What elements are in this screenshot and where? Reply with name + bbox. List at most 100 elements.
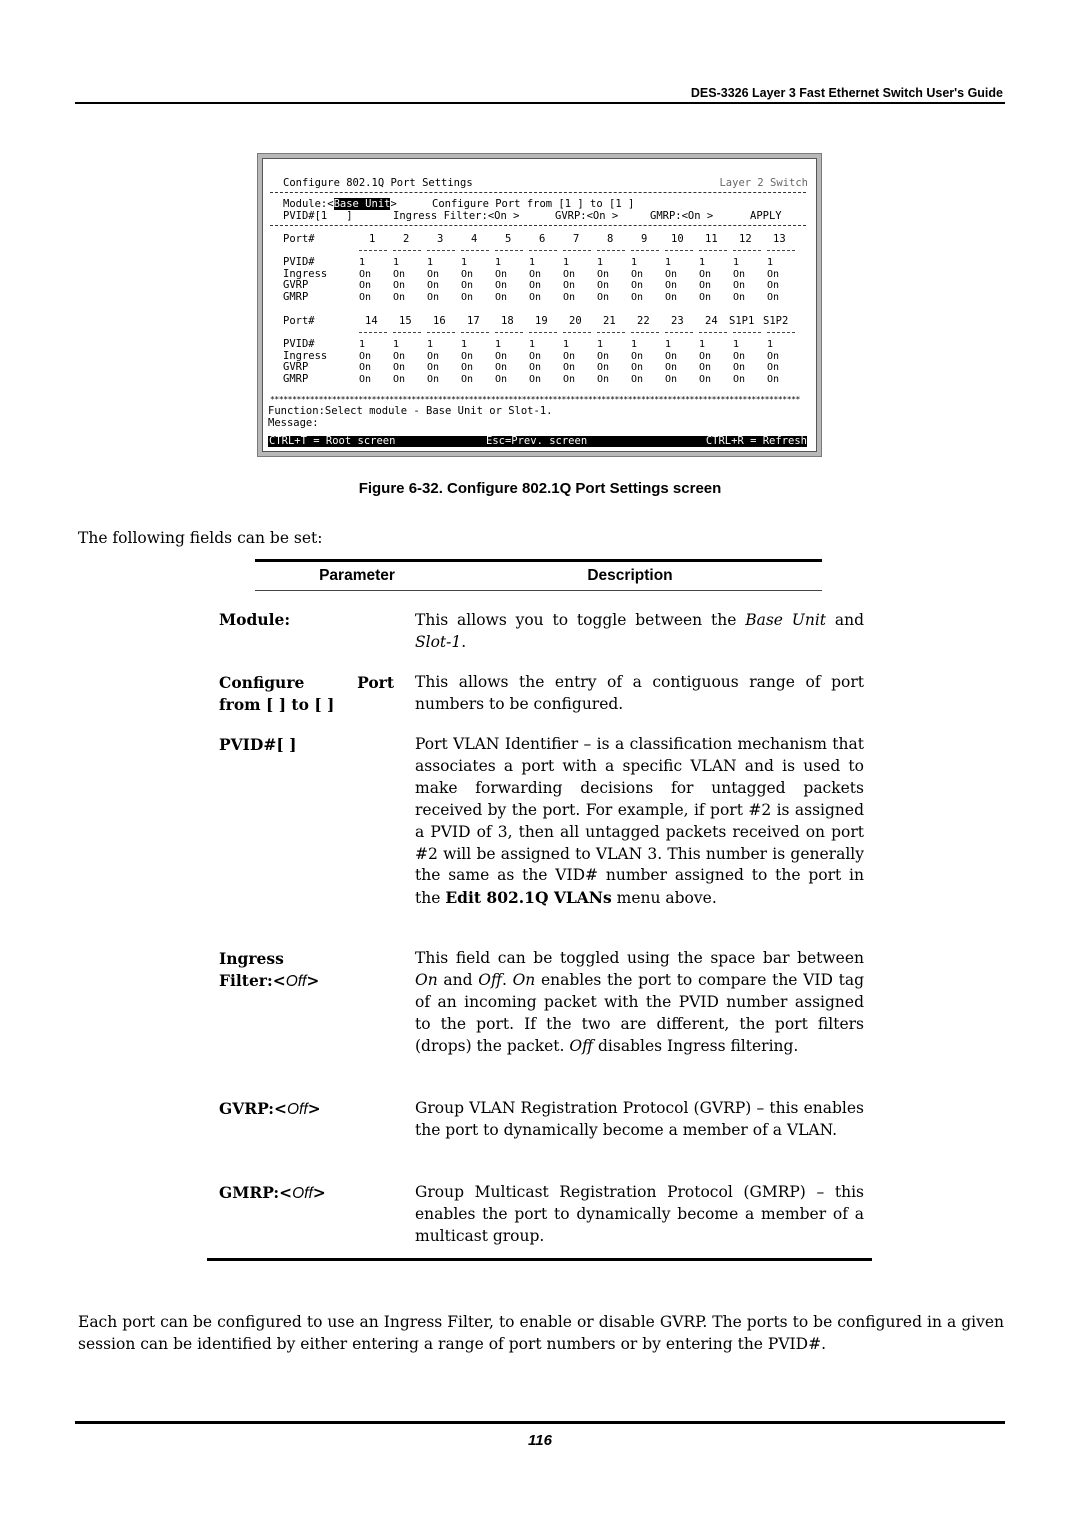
column-underline [665,332,693,333]
row-label-gvrp: GVRP [283,361,309,373]
column-underline [597,250,625,251]
status-refresh: CTRL+R = Refresh [705,435,807,447]
cell-gmrp: On [495,373,508,385]
cell-pvid: 1 [495,339,502,350]
cell-gmrp: On [631,373,644,385]
cell-gmrp: On [461,291,474,303]
cell-gvrp: On [733,280,746,291]
cell-ingress: On [767,350,780,362]
function-line: Function:Select module - Base Unit or Sl… [268,405,553,417]
cell-pvid: 1 [529,257,536,268]
cell-ingress: On [631,268,644,280]
pvid-field[interactable]: PVID#[1 ] [283,210,353,223]
cell-pvid: 1 [427,257,434,268]
port-number: 14 [365,315,378,327]
intro-text: The following fields can be set: [78,529,323,547]
port-number: 1 [369,233,376,245]
port-number: 16 [433,315,446,327]
column-underline [733,250,761,251]
cell-gvrp: On [563,362,576,373]
cell-pvid: 1 [665,257,672,268]
cell-pvid: 1 [563,339,570,350]
desc-gmrp: Group Multicast Registration Protocol (G… [415,1183,864,1245]
closing-paragraph: Each port can be configured to use an In… [78,1313,1004,1353]
cell-gmrp: On [597,373,610,385]
table-top-rule [255,559,822,562]
cell-gmrp: On [393,291,406,303]
table-header-parameter: Parameter [319,567,395,584]
cell-ingress: On [359,268,372,280]
cell-pvid: 1 [393,257,400,268]
footer-rule [75,1421,1005,1424]
param-configure-port: Configure Port from [ ] to [ ] [219,673,394,714]
cell-ingress: On [495,268,508,280]
column-underline [529,250,557,251]
column-underline [461,250,489,251]
cell-gvrp: On [665,362,678,373]
cell-gvrp: On [529,280,542,291]
table-bottom-rule [207,1258,872,1261]
cell-gvrp: On [427,362,440,373]
message-line: Message: [268,417,319,429]
module-value[interactable]: Base Unit [333,198,391,210]
cell-pvid: 1 [699,339,706,350]
cell-pvid: 1 [461,257,468,268]
column-underline [393,250,421,251]
cell-gvrp: On [495,362,508,373]
cell-gvrp: On [597,280,610,291]
cell-gvrp: On [699,280,712,291]
cell-ingress: On [699,268,712,280]
cell-gmrp: On [427,291,440,303]
port-number: 12 [739,233,752,245]
column-underline [359,250,387,251]
configure-port-field[interactable]: Configure Port from [1 ] to [1 ] [432,198,634,211]
cell-pvid: 1 [461,339,468,350]
desc-module: This allows you to toggle between the Ba… [415,611,865,651]
gvrp-field[interactable]: GVRP:<On > [555,210,618,223]
cell-pvid: 1 [359,339,366,350]
port-number: S1P2 [763,315,789,327]
cell-pvid: 1 [631,339,638,350]
row-label-pvid: PVID# [283,256,315,268]
port-number: 21 [603,315,616,327]
cell-ingress: On [665,350,678,362]
cell-gmrp: On [631,291,644,303]
port-number: 17 [467,315,480,327]
apply-button[interactable]: APPLY [750,210,782,223]
port-number: 3 [437,233,444,245]
column-underline [597,332,625,333]
desc-configure-port: This allows the entry of a contiguous ra… [415,673,864,713]
terminal-star-divider: ****************************************… [270,395,800,404]
cell-pvid: 1 [665,339,672,350]
cell-pvid: 1 [597,257,604,268]
column-underline [767,250,795,251]
cell-gvrp: On [495,280,508,291]
port-number: 5 [505,233,512,245]
terminal-screen: Configure 802.1Q Port Settings Layer 2 S… [262,158,817,452]
cell-gmrp: On [563,291,576,303]
cell-gmrp: On [699,291,712,303]
cell-gmrp: On [733,373,746,385]
cell-gvrp: On [461,280,474,291]
page-number: 116 [528,1432,552,1449]
port-number: 8 [607,233,614,245]
cell-ingress: On [699,350,712,362]
cell-ingress: On [563,350,576,362]
figure-caption: Figure 6-32. Configure 802.1Q Port Setti… [358,480,722,497]
cell-gvrp: On [563,280,576,291]
gmrp-field[interactable]: GMRP:<On > [650,210,713,223]
ingress-filter-field[interactable]: Ingress Filter:<On > [393,210,519,223]
cell-ingress: On [733,350,746,362]
cell-ingress: On [631,350,644,362]
cell-gmrp: On [461,373,474,385]
port-number: 11 [705,233,718,245]
cell-ingress: On [427,350,440,362]
cell-gmrp: On [563,373,576,385]
cell-ingress: On [529,268,542,280]
column-underline [495,332,523,333]
cell-ingress: On [563,268,576,280]
cell-ingress: On [393,350,406,362]
cell-gmrp: On [529,291,542,303]
column-underline [699,250,727,251]
cell-gvrp: On [461,362,474,373]
